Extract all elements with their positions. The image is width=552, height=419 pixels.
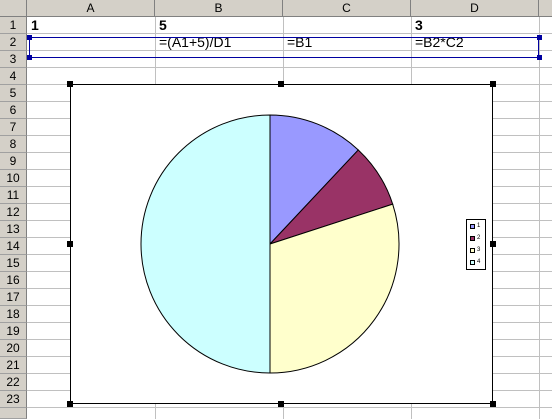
row-header-5[interactable]: 5 [0,85,27,102]
legend-swatch [470,260,475,265]
row-header-9[interactable]: 9 [0,153,27,170]
chart-area[interactable] [70,84,493,404]
chart-resize-handle[interactable] [490,401,496,407]
row-header-17[interactable]: 17 [0,289,27,306]
cell-a1[interactable]: 1 [28,17,155,34]
cell-d1[interactable]: 3 [412,17,539,34]
legend-item: 2 [470,234,486,243]
select-all-corner[interactable] [0,0,27,17]
row-header-6[interactable]: 6 [0,102,27,119]
column-header-e-partial[interactable] [539,0,552,17]
row-header-7[interactable]: 7 [0,119,27,136]
legend-swatch [470,248,475,253]
column-header-c[interactable]: C [283,0,411,17]
column-header-a[interactable]: A [27,0,155,17]
legend-label: 4 [477,259,481,265]
chart-resize-handle[interactable] [67,241,73,247]
row-header-16[interactable]: 16 [0,272,27,289]
column-header-b[interactable]: B [155,0,283,17]
range-handle[interactable] [537,55,542,60]
row-header-13[interactable]: 13 [0,221,27,238]
chart-resize-handle[interactable] [490,81,496,87]
legend-item: 4 [470,258,486,267]
legend-swatch [470,236,475,241]
row-header-12[interactable]: 12 [0,204,27,221]
cell-b1[interactable]: 5 [156,17,283,34]
row-header-15[interactable]: 15 [0,255,27,272]
chart-resize-handle[interactable] [490,241,496,247]
range-handle[interactable] [537,35,542,40]
row-header-8[interactable]: 8 [0,136,27,153]
row-header-14[interactable]: 14 [0,238,27,255]
row-header-1[interactable]: 1 [0,17,27,34]
chart-resize-handle[interactable] [278,401,284,407]
chart-legend[interactable]: 1 2 3 4 [466,219,486,270]
pie-slice-4[interactable] [140,114,271,374]
pie-chart[interactable] [71,85,492,403]
row-header-3[interactable]: 3 [0,51,27,68]
legend-label: 2 [477,235,481,241]
chart-resize-handle[interactable] [67,81,73,87]
row-header-4[interactable]: 4 [0,68,27,85]
row-header-11[interactable]: 11 [0,187,27,204]
chart-resize-handle[interactable] [67,401,73,407]
legend-label: 3 [477,247,481,253]
row-header-24-partial[interactable] [0,408,27,419]
gridline [27,67,552,68]
row-header-20[interactable]: 20 [0,340,27,357]
row-header-10[interactable]: 10 [0,170,27,187]
range-handle[interactable] [27,35,32,40]
row-header-19[interactable]: 19 [0,323,27,340]
chart-resize-handle[interactable] [278,81,284,87]
gridline [27,407,552,408]
column-header-d[interactable]: D [411,0,539,17]
range-handle[interactable] [27,55,32,60]
row-header-18[interactable]: 18 [0,306,27,323]
legend-item: 3 [470,246,486,255]
gridline [539,17,540,419]
row-header-22[interactable]: 22 [0,374,27,391]
spreadsheet: A B C D 1 2 3 4 5 6 7 8 9 10 11 12 13 14… [0,0,552,419]
row-header-2[interactable]: 2 [0,34,27,51]
legend-label: 1 [477,223,481,229]
legend-swatch [470,224,475,229]
data-range-outline [29,37,539,58]
row-header-21[interactable]: 21 [0,357,27,374]
legend-item: 1 [470,222,486,231]
row-header-23[interactable]: 23 [0,391,27,408]
